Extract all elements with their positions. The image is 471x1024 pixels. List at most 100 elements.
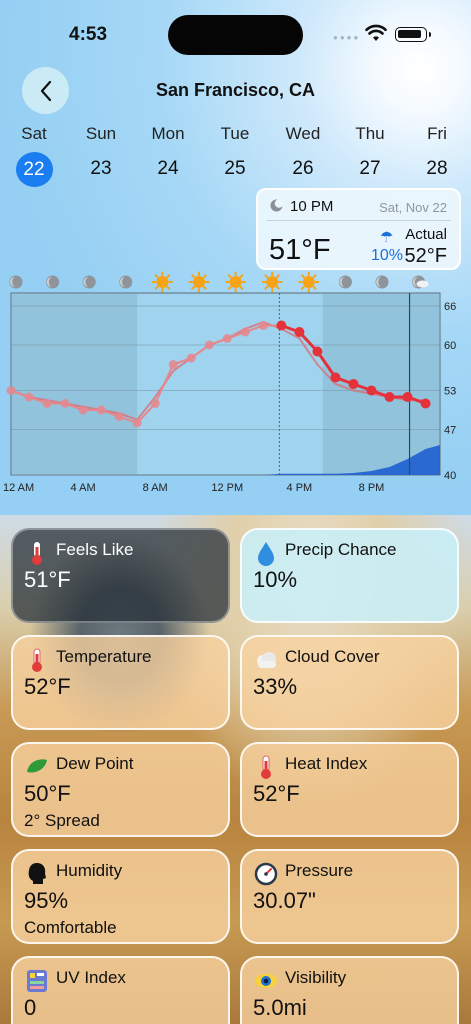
card-title: UV Index [56, 968, 126, 987]
leaf-icon [27, 759, 47, 773]
day-number: 27 [359, 158, 381, 179]
card-pressure[interactable]: Pressure 30.07" [240, 849, 459, 944]
day-item[interactable]: Sat 22 [4, 124, 64, 187]
x-tick-label: 12 AM [3, 482, 34, 494]
sun-ray [264, 285, 269, 290]
data-point [402, 392, 413, 402]
sun-ray [239, 274, 244, 279]
sun-ray [166, 274, 171, 279]
data-point [258, 321, 268, 330]
data-point [114, 412, 124, 421]
data-point [240, 327, 250, 337]
data-point [420, 398, 431, 409]
day-item[interactable]: Sun 23 [71, 124, 131, 185]
day-number: 23 [90, 158, 112, 179]
sun-icon [193, 276, 205, 288]
card-title: Temperature [56, 647, 152, 666]
sun-icon [156, 276, 169, 288]
data-point [96, 405, 106, 415]
sun-ray [202, 274, 207, 279]
chart-svg[interactable]: 66 60 53 47 40 12 AM 4 AM 8 AM 12 PM 4 PM 8 PM [0, 268, 471, 500]
day-of-week: Fri [427, 124, 447, 143]
sun-ray [154, 285, 159, 290]
card-uv-index[interactable]: UV Index 0 [11, 956, 230, 1024]
sun-ray [154, 274, 159, 279]
tooltip-actual-label: Actual [405, 226, 447, 243]
day-of-week: Mon [151, 124, 185, 143]
card-heat-index[interactable]: Heat Index 52°F [240, 742, 459, 837]
tooltip-divider [266, 220, 451, 221]
day-item[interactable]: Fri 28 [407, 124, 467, 185]
card-value: 52°F [253, 781, 300, 806]
y-tick-label: 40 [444, 470, 456, 482]
sun-ray [239, 285, 244, 290]
day-of-week: Sun [85, 124, 117, 143]
day-of-week: Thu [355, 124, 385, 143]
data-point [384, 392, 395, 402]
raindrop-icon [258, 542, 274, 566]
day-item[interactable]: Thu 27 [340, 124, 400, 185]
day-item[interactable]: Wed 26 [273, 124, 333, 185]
day-item[interactable]: Mon 24 [138, 124, 198, 185]
day-number: 25 [224, 158, 246, 179]
card-value: 51°F [24, 567, 71, 592]
head-icon [28, 863, 46, 884]
card-visibility[interactable]: Visibility 5.0mi [240, 956, 459, 1024]
card-subtitle: Comfortable [24, 918, 117, 937]
sun-ray [312, 274, 317, 279]
data-point [132, 418, 142, 428]
sun-ray [301, 285, 305, 290]
card-title: Dew Point [56, 754, 134, 773]
card-title: Cloud Cover [285, 647, 380, 666]
card-subtitle: 2° Spread [24, 811, 100, 830]
night-shading [11, 294, 138, 474]
cloud-icon [416, 280, 429, 288]
sun-ray [276, 274, 280, 279]
data-point [78, 405, 88, 415]
hourly-chart[interactable]: 66 60 53 47 40 12 AM 4 AM 8 AM 12 PM 4 PM 8 PM [0, 268, 471, 500]
day-item[interactable]: Tue 25 [205, 124, 265, 185]
card-title: Heat Index [285, 754, 368, 773]
status-time: 4:53 [69, 24, 108, 45]
sun-ray [301, 274, 305, 279]
card-title: Feels Like [56, 540, 134, 559]
card-cloud-cover[interactable]: Cloud Cover 33% [240, 635, 459, 730]
sun-ray [191, 285, 196, 290]
card-temperature[interactable]: Temperature 52°F [11, 635, 230, 730]
data-point [168, 360, 178, 369]
day-number: 24 [157, 158, 179, 179]
tooltip-date: Sat, Nov 22 [379, 200, 447, 215]
status-bar: 4:53 ●●●● [0, 0, 471, 70]
data-point [42, 399, 52, 408]
card-precip-chance[interactable]: Precip Chance 10% [240, 528, 459, 623]
cellular-signal-icon: ●●●● [333, 33, 361, 42]
card-title: Pressure [285, 861, 354, 880]
card-feels-like[interactable]: Feels Like 51°F [11, 528, 230, 623]
hour-tooltip: 10 PM Sat, Nov 22 51°F ☂ 10% Actual 52°F [256, 188, 461, 270]
sun-icon [302, 276, 315, 288]
data-point [60, 399, 70, 408]
card-title: Humidity [56, 861, 123, 880]
sun-ray [227, 274, 232, 279]
data-point [294, 327, 305, 337]
y-tick-label: 60 [444, 340, 456, 352]
card-value: 30.07" [253, 888, 316, 913]
card-humidity[interactable]: Humidity 95% Comfortable [11, 849, 230, 944]
wifi-icon [365, 24, 387, 41]
sun-ray [166, 285, 171, 290]
x-tick-label: 12 PM [211, 482, 243, 494]
y-tick-label: 66 [444, 301, 456, 313]
data-point [312, 346, 323, 357]
sun-ray [191, 274, 196, 279]
day-number: 26 [292, 158, 314, 179]
x-tick-label: 4 AM [71, 482, 96, 494]
card-title: Visibility [285, 968, 347, 987]
sun-ray [312, 285, 317, 290]
data-point [366, 385, 377, 396]
sun-ray [276, 285, 280, 290]
card-dew-point[interactable]: Dew Point 50°F 2° Spread [11, 742, 230, 837]
umbrella-icon: ☂ [380, 229, 394, 246]
day-number: 28 [426, 158, 448, 179]
tooltip-actual-temp: 52°F [404, 245, 447, 267]
card-value: 0 [24, 995, 37, 1020]
